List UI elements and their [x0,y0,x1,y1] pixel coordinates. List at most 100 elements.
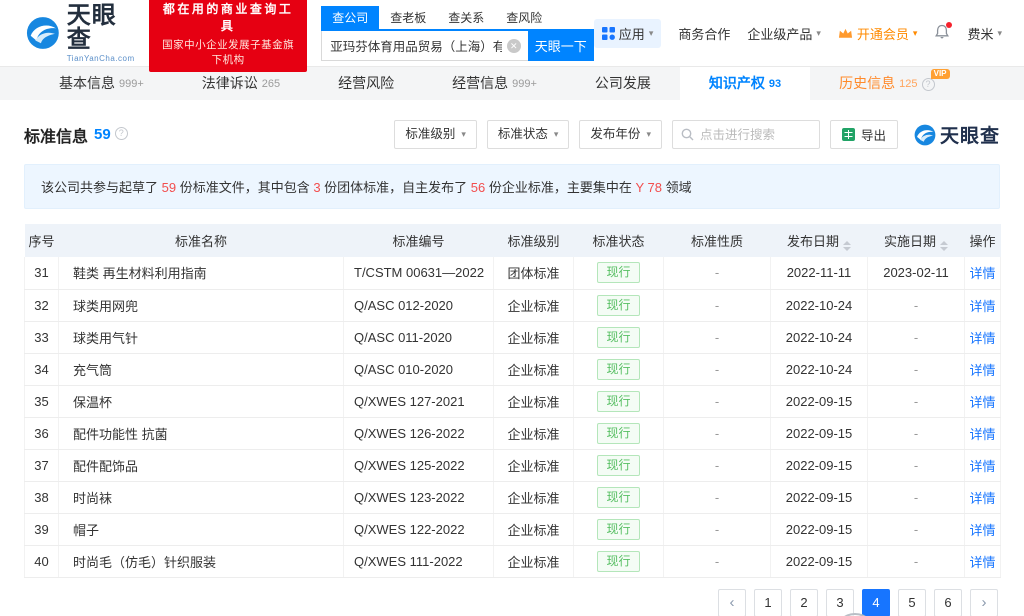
search-tab-risk[interactable]: 查风险 [495,6,553,29]
cell-nature: - [664,353,771,385]
cell-no: 39 [25,513,59,545]
cell-code: Q/XWES 125-2022 [344,449,494,481]
page-button-5[interactable]: 5 [898,589,926,616]
cell-impl: - [868,321,965,353]
column-header-label: 序号 [28,234,54,249]
status-badge: 现行 [597,327,639,348]
cell-name: 充气筒 [59,353,344,385]
filter-dropdown-year[interactable]: 发布年份▾ [579,120,662,149]
promo-banner: 都在用的商业查询工具 国家中小企业发展子基金旗下机构 [149,0,307,72]
chevron-down-icon: ▾ [997,28,1002,39]
detail-link[interactable]: 详情 [969,395,995,410]
cell-status: 现行 [574,257,664,289]
nav-tab-operating-risk[interactable]: 经营风险 [309,67,423,100]
cell-status: 现行 [574,417,664,449]
cell-impl: 2023-02-11 [868,257,965,289]
page-button-2[interactable]: 2 [790,589,818,616]
cell-level: 企业标准 [494,417,574,449]
search-submit-button[interactable]: 天眼一下 [528,31,594,61]
username-label: 费米 [967,24,993,43]
filter-dropdown-status[interactable]: 标准状态▾ [487,120,570,149]
cell-level: 企业标准 [494,353,574,385]
table-search-input[interactable] [700,128,811,142]
cell-nature: - [664,289,771,321]
detail-link[interactable]: 详情 [969,299,995,314]
enterprise-label: 企业级产品 [747,24,812,43]
next-page-button[interactable]: › [970,589,998,616]
status-badge: 现行 [597,359,639,380]
nav-tab-history[interactable]: 历史信息125?VIP [810,67,963,100]
enterprise-products-menu[interactable]: 企业级产品 ▾ [747,24,821,43]
cell-pub: 2022-10-24 [771,289,868,321]
cell-action: 详情 [965,545,1001,577]
summary-banner: 该公司共参与起草了 59 份标准文件，其中包含 3 份团体标准，自主发布了 56… [24,164,1000,209]
empty-value: - [914,362,918,377]
cell-pub: 2022-09-15 [771,545,868,577]
summary-text: 份企业标准，主要集中在 [485,180,635,195]
question-circle-icon[interactable]: ? [115,127,128,140]
logo-text: 天眼查 [67,4,137,52]
detail-link[interactable]: 详情 [969,555,995,570]
table-search-box[interactable] [672,120,820,149]
sort-icon[interactable] [940,241,948,251]
detail-link[interactable]: 详情 [969,523,995,538]
cooperation-link[interactable]: 商务合作 [678,24,730,43]
column-header-label: 标准级别 [507,234,559,249]
cell-impl: - [868,513,965,545]
page-button-6[interactable]: 6 [934,589,962,616]
cell-name: 鞋类 再生材料利用指南 [59,257,344,289]
cell-name: 球类用网兜 [59,289,344,321]
cell-pub: 2022-09-15 [771,481,868,513]
search-tab-relation[interactable]: 查关系 [437,6,495,29]
vip-badge: VIP [931,69,950,79]
nav-tab-development[interactable]: 公司发展 [566,67,680,100]
cell-level: 企业标准 [494,449,574,481]
cell-level: 企业标准 [494,545,574,577]
export-button[interactable]: 导出 [830,120,898,149]
detail-link[interactable]: 详情 [969,459,995,474]
cell-impl: - [868,417,965,449]
cell-no: 31 [25,257,59,289]
empty-value: - [914,554,918,569]
page-button-1[interactable]: 1 [754,589,782,616]
detail-link[interactable]: 详情 [969,266,995,281]
cell-name: 配件功能性 抗菌 [59,417,344,449]
open-vip-menu[interactable]: 开通会员 ▾ [838,24,918,43]
detail-link[interactable]: 详情 [969,491,995,506]
detail-link[interactable]: 详情 [969,427,995,442]
page-button-3[interactable]: 3 [826,589,854,616]
prev-page-button[interactable]: ‹ [718,589,746,616]
company-search-input[interactable] [321,31,528,61]
cell-nature: - [664,385,771,417]
column-header-label: 标准编号 [392,234,444,249]
status-badge: 现行 [597,551,639,572]
apps-menu[interactable]: 应用 ▾ [594,19,662,48]
user-menu[interactable]: 费米 ▾ [967,24,1002,43]
site-logo[interactable]: 天眼查 TianYanCha.com [26,4,137,63]
page-button-4[interactable]: 4 [862,589,890,616]
cell-action: 详情 [965,481,1001,513]
search-tab-company[interactable]: 查公司 [321,6,379,29]
chevron-down-icon: ▾ [554,121,559,148]
nav-tab-basic-info[interactable]: 基本信息999+ [30,67,173,100]
section-title: 标准信息 [24,123,88,147]
nav-tab-ip[interactable]: 知识产权93 [680,67,810,100]
cell-level: 企业标准 [494,321,574,353]
standards-table: 序号标准名称标准编号标准级别标准状态标准性质发布日期实施日期操作 31鞋类 再生… [24,224,1001,578]
filter-dropdown-level[interactable]: 标准级别▾ [394,120,477,149]
search-tab-boss[interactable]: 查老板 [379,6,437,29]
column-header-label: 标准性质 [691,234,743,249]
main-content: 标准信息 59 ? 标准级别▾标准状态▾发布年份▾ 导出 [0,120,1024,616]
sort-icon[interactable] [843,241,851,251]
empty-value: - [914,426,918,441]
nav-tab-legal[interactable]: 法律诉讼265 [173,67,309,100]
detail-link[interactable]: 详情 [969,363,995,378]
detail-link[interactable]: 详情 [969,331,995,346]
summary-highlight: 3 [313,180,320,195]
cell-pub: 2022-09-15 [771,449,868,481]
nav-tab-operating-info[interactable]: 经营信息999+ [423,67,566,100]
cell-status: 现行 [574,353,664,385]
clear-circle-icon[interactable]: ✕ [507,39,521,53]
notifications-button[interactable] [934,24,950,43]
column-header: 实施日期 [868,224,965,257]
